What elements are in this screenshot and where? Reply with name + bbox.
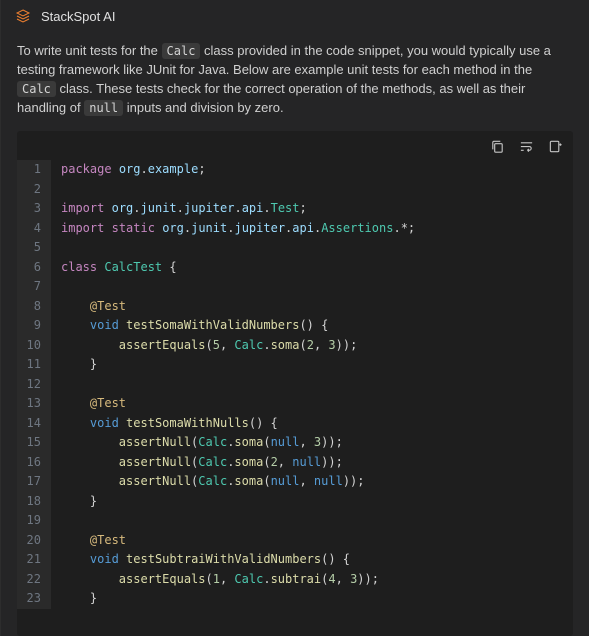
line-number: 12 <box>17 375 51 395</box>
line-code <box>51 511 61 531</box>
line-code: class CalcTest { <box>51 258 177 278</box>
line-number: 5 <box>17 238 51 258</box>
code-line: 8 @Test <box>17 297 573 317</box>
line-code: assertEquals(5, Calc.soma(2, 3)); <box>51 336 357 356</box>
line-number: 17 <box>17 472 51 492</box>
line-number: 8 <box>17 297 51 317</box>
line-code: @Test <box>51 297 126 317</box>
line-number: 20 <box>17 531 51 551</box>
code-line: 19 <box>17 511 573 531</box>
line-number: 1 <box>17 160 51 180</box>
line-number: 13 <box>17 394 51 414</box>
line-number: 16 <box>17 453 51 473</box>
line-code <box>51 180 61 200</box>
line-code: import static org.junit.jupiter.api.Asse… <box>51 219 415 239</box>
inline-code: null <box>84 100 123 116</box>
line-code: @Test <box>51 394 126 414</box>
word-wrap-icon[interactable] <box>519 139 534 154</box>
code-line: 18 } <box>17 492 573 512</box>
code-line: 1package org.example; <box>17 160 573 180</box>
line-code: } <box>51 355 97 375</box>
line-number: 10 <box>17 336 51 356</box>
code-line: 12 <box>17 375 573 395</box>
line-code: assertEquals(1, Calc.subtrai(4, 3)); <box>51 570 379 590</box>
line-code: void testSubtraiWithValidNumbers() { <box>51 550 350 570</box>
msg-text: To write unit tests for the <box>17 43 162 58</box>
code-line: 11 } <box>17 355 573 375</box>
code-line: 14 void testSomaWithNulls() { <box>17 414 573 434</box>
line-number: 3 <box>17 199 51 219</box>
code-line: 23 } <box>17 589 573 609</box>
line-number: 11 <box>17 355 51 375</box>
code-line: 16 assertNull(Calc.soma(2, null)); <box>17 453 573 473</box>
line-number: 19 <box>17 511 51 531</box>
line-number: 14 <box>17 414 51 434</box>
code-lines[interactable]: 1package org.example;23import org.junit.… <box>17 160 573 609</box>
line-code: void testSomaWithNulls() { <box>51 414 278 434</box>
code-line: 9 void testSomaWithValidNumbers() { <box>17 316 573 336</box>
line-code: } <box>51 589 97 609</box>
line-number: 7 <box>17 277 51 297</box>
code-line: 20 @Test <box>17 531 573 551</box>
line-code: @Test <box>51 531 126 551</box>
panel-header: StackSpot AI <box>1 0 589 32</box>
line-number: 9 <box>17 316 51 336</box>
copy-icon[interactable] <box>490 139 505 154</box>
code-line: 22 assertEquals(1, Calc.subtrai(4, 3)); <box>17 570 573 590</box>
line-code: assertNull(Calc.soma(null, null)); <box>51 472 365 492</box>
line-code: assertNull(Calc.soma(2, null)); <box>51 453 343 473</box>
line-code: assertNull(Calc.soma(null, 3)); <box>51 433 343 453</box>
line-code: import org.junit.jupiter.api.Test; <box>51 199 307 219</box>
insert-code-icon[interactable] <box>548 139 563 154</box>
code-toolbar <box>17 131 573 160</box>
line-code <box>51 238 61 258</box>
line-number: 18 <box>17 492 51 512</box>
line-number: 23 <box>17 589 51 609</box>
panel-title: StackSpot AI <box>41 9 115 24</box>
line-number: 2 <box>17 180 51 200</box>
code-line: 21 void testSubtraiWithValidNumbers() { <box>17 550 573 570</box>
msg-text: inputs and division by zero. <box>123 100 283 115</box>
assistant-message: To write unit tests for the Calc class p… <box>1 32 589 131</box>
inline-code: Calc <box>162 43 201 59</box>
code-line: 4import static org.junit.jupiter.api.Ass… <box>17 219 573 239</box>
code-block: 1package org.example;23import org.junit.… <box>17 131 573 636</box>
stackspot-panel: StackSpot AI To write unit tests for the… <box>0 0 589 636</box>
stackspot-logo-icon <box>15 8 31 24</box>
code-line: 6class CalcTest { <box>17 258 573 278</box>
line-number: 21 <box>17 550 51 570</box>
code-line: 3import org.junit.jupiter.api.Test; <box>17 199 573 219</box>
code-line: 2 <box>17 180 573 200</box>
line-code: } <box>51 492 97 512</box>
line-number: 6 <box>17 258 51 278</box>
line-code: void testSomaWithValidNumbers() { <box>51 316 328 336</box>
line-number: 4 <box>17 219 51 239</box>
code-line: 7 <box>17 277 573 297</box>
inline-code: Calc <box>17 81 56 97</box>
code-line: 13 @Test <box>17 394 573 414</box>
line-number: 15 <box>17 433 51 453</box>
line-code <box>51 277 61 297</box>
code-line: 17 assertNull(Calc.soma(null, null)); <box>17 472 573 492</box>
code-line: 10 assertEquals(5, Calc.soma(2, 3)); <box>17 336 573 356</box>
code-line: 15 assertNull(Calc.soma(null, 3)); <box>17 433 573 453</box>
line-number: 22 <box>17 570 51 590</box>
line-code <box>51 375 61 395</box>
line-code: package org.example; <box>51 160 206 180</box>
code-line: 5 <box>17 238 573 258</box>
